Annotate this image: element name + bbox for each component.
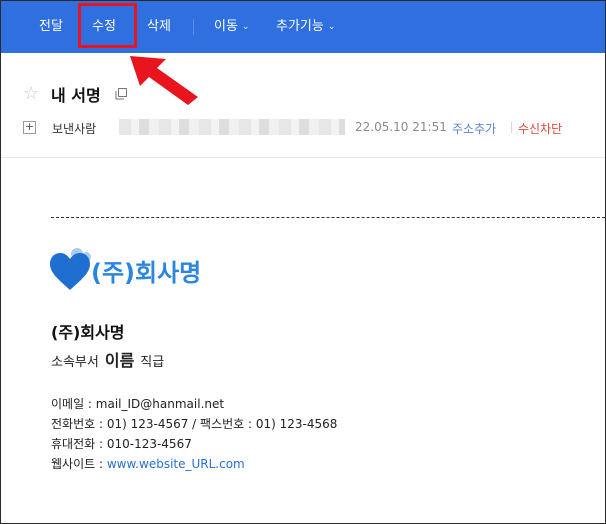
move-label: 이동 <box>214 19 238 34</box>
company-logo-text: (주)회사명 <box>91 259 202 287</box>
department-line: 소속부서 이름 직급 <box>51 347 164 371</box>
department: 소속부서 <box>51 355 99 370</box>
chevron-down-icon: ⌄ <box>241 22 250 32</box>
forward-label: 전달 <box>39 19 63 34</box>
heart-logo-icon <box>50 248 91 290</box>
signature-divider <box>51 217 605 218</box>
more-features-label: 추가기능 <box>276 19 324 34</box>
more-features-dropdown[interactable]: 추가기능 ⌄ <box>276 1 335 53</box>
forward-button[interactable]: 전달 <box>39 1 63 53</box>
toolbar-divider <box>193 19 194 35</box>
email-label: 이메일 : <box>51 397 96 411</box>
mail-subject: 내 서명 <box>51 86 101 105</box>
arrow-pointer-icon <box>130 56 198 105</box>
header-separator <box>1 157 605 158</box>
edit-highlight-box <box>78 3 137 48</box>
phone-line: 전화번호 : 01) 123-4567 / 팩스번호 : 01) 123-456… <box>51 417 338 431</box>
header-divider <box>511 122 512 133</box>
sender-label: 보낸사람 <box>52 122 97 136</box>
mail-date: 22.05.10 21:51 <box>355 120 447 134</box>
person-name: 이름 <box>104 351 135 370</box>
move-dropdown[interactable]: 이동 ⌄ <box>214 1 249 53</box>
job-title: 직급 <box>140 355 165 370</box>
copy-icon[interactable] <box>115 88 127 100</box>
website-line: 웹사이트 : www.website_URL.com <box>51 455 245 472</box>
block-sender-link[interactable]: 수신차단 <box>518 120 562 137</box>
add-address-link[interactable]: 주소추가 <box>452 120 496 137</box>
website-label: 웹사이트 : <box>51 457 107 471</box>
mobile-line: 휴대전화 : 010-123-4567 <box>51 437 192 451</box>
company-name: (주)회사명 <box>51 323 125 342</box>
star-icon[interactable]: ☆ <box>23 85 39 103</box>
chevron-down-icon: ⌄ <box>327 22 336 32</box>
email-value: mail_ID@hanmail.net <box>95 397 225 411</box>
mail-window: 전달 수정 삭제 이동 ⌄ 추가기능 ⌄ ☆ 내 서명 + 보낸사람 22.05.1… <box>0 0 606 524</box>
delete-label: 삭제 <box>147 19 171 34</box>
email-line: 이메일 : mail_ID@hanmail.net <box>51 395 224 412</box>
sender-address-blurred <box>119 119 345 135</box>
plus-icon[interactable]: + <box>23 121 36 134</box>
website-link[interactable]: www.website_URL.com <box>107 457 245 471</box>
delete-button[interactable]: 삭제 <box>147 1 171 53</box>
